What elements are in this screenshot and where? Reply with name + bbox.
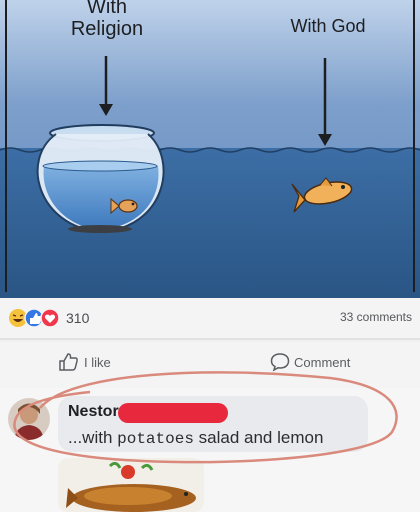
reactions-summary[interactable]: 310 xyxy=(8,308,89,328)
comment-text: ...with potatoes salad and lemon xyxy=(68,428,324,448)
comment-section: Nestor ...with potatoes salad and lemon xyxy=(0,388,420,512)
comment-button[interactable]: Comment xyxy=(270,352,350,372)
comment-bubble: Nestor ...with potatoes salad and lemon xyxy=(58,396,368,452)
comment-bubble-icon xyxy=(270,353,290,372)
reaction-count: 310 xyxy=(66,310,90,326)
comment-label: Comment xyxy=(294,354,351,370)
thumbs-up-icon xyxy=(59,353,78,371)
post-image[interactable]: With Religion With God xyxy=(0,0,420,298)
comment-attached-photo[interactable] xyxy=(58,458,204,512)
caption-with-religion: With Religion xyxy=(70,0,144,40)
avatar-photo-icon xyxy=(8,398,50,440)
reactions-bar: 310 33 comments xyxy=(0,298,420,338)
like-button[interactable]: I like xyxy=(58,352,111,372)
love-reaction-icon xyxy=(40,308,60,328)
caption-with-god: With God xyxy=(290,16,366,36)
post-actions: I like Comment xyxy=(0,342,420,388)
meme-illustration xyxy=(0,0,420,298)
like-label: I like xyxy=(84,354,111,370)
divider xyxy=(0,338,420,340)
comment-author[interactable]: Nestor xyxy=(68,403,119,421)
redaction-mark xyxy=(118,403,228,423)
avatar[interactable] xyxy=(8,398,50,440)
reaction-icons xyxy=(9,308,60,328)
fried-fish-photo-icon xyxy=(58,458,204,512)
comments-count-link[interactable]: 33 comments xyxy=(340,310,412,324)
